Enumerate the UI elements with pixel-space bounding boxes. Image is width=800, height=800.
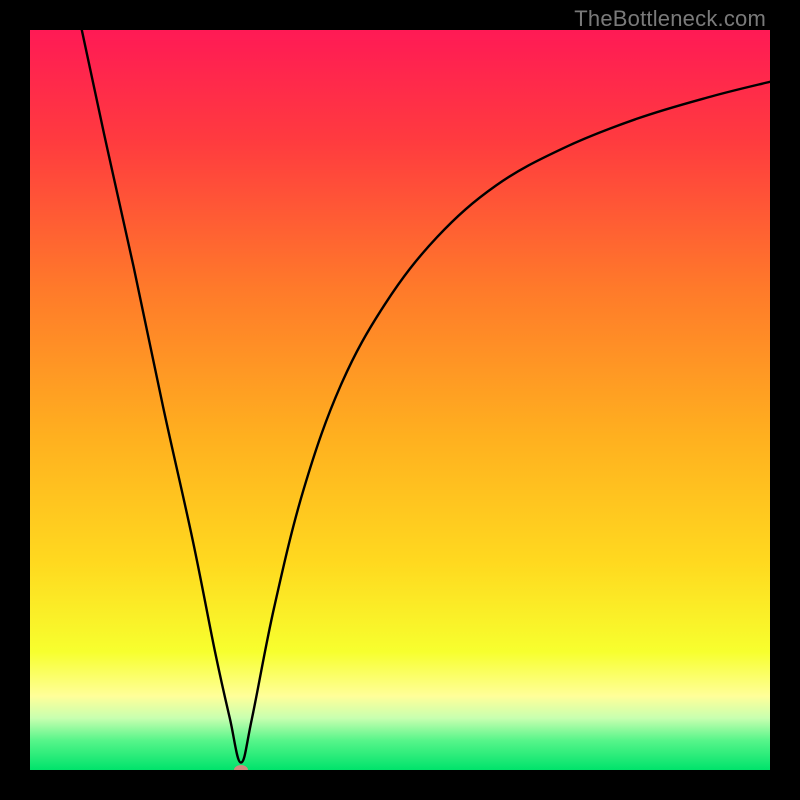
chart-frame: TheBottleneck.com bbox=[0, 0, 800, 800]
watermark-text: TheBottleneck.com bbox=[574, 6, 766, 32]
bottleneck-curve bbox=[30, 30, 770, 770]
optimum-marker bbox=[234, 765, 248, 770]
plot-area bbox=[30, 30, 770, 770]
